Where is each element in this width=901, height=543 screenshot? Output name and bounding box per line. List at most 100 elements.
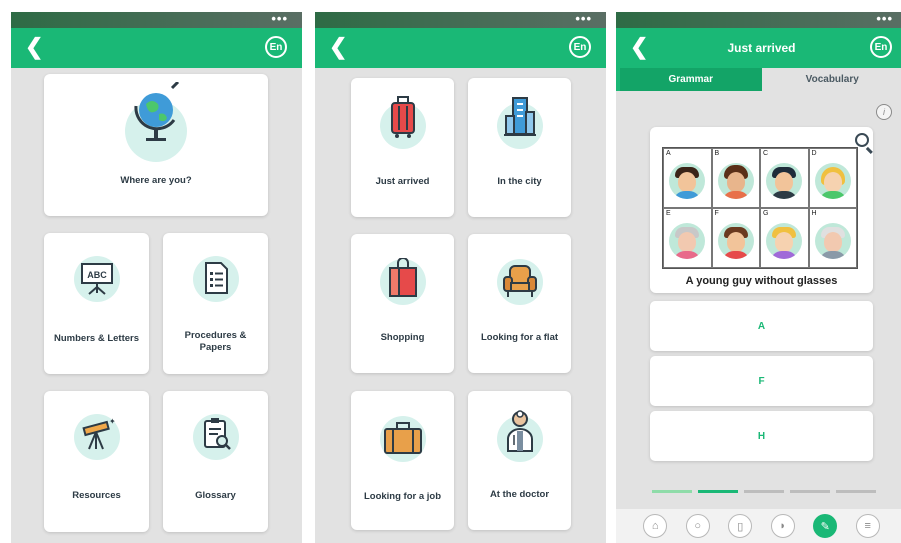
armchair-icon [502, 265, 537, 297]
card-in-the-city[interactable]: In the city [468, 78, 571, 217]
status-dots: ••• [575, 12, 592, 26]
building-icon [503, 97, 536, 136]
progress-segment [698, 490, 738, 493]
grid-cell: A [663, 148, 712, 208]
progress-segment [836, 490, 876, 493]
tab-vocabulary[interactable]: Vocabulary [761, 68, 901, 91]
card-label: Looking for a job [363, 491, 442, 502]
status-dots: ••• [271, 12, 288, 26]
cell-letter: D [811, 150, 817, 157]
language-button[interactable]: En [870, 36, 892, 58]
info-icon[interactable]: i [876, 104, 892, 120]
face-curly-hair [717, 162, 754, 199]
cell-letter: A [666, 150, 671, 157]
app-bar: ❮ Just arrived En [616, 28, 901, 68]
face-blonde-woman [814, 162, 851, 199]
answer-option-f[interactable]: F [650, 356, 873, 406]
back-icon[interactable]: ❮ [630, 35, 648, 59]
card-label: Just arrived [375, 176, 430, 187]
cell-letter: G [763, 210, 769, 217]
grid-cell: G [760, 208, 809, 268]
card-looking-for-flat[interactable]: Looking for a flat [468, 234, 571, 373]
cell-letter: C [763, 150, 769, 157]
answer-option-h[interactable]: H [650, 411, 873, 461]
card-where-are-you[interactable]: Where are you? [44, 74, 268, 216]
card-shopping[interactable]: Shopping [351, 234, 454, 373]
card-label: Procedures & Papers [184, 330, 247, 353]
card-at-the-doctor[interactable]: At the doctor [468, 391, 571, 530]
card-glossary[interactable]: Glossary [163, 391, 268, 532]
grid-cell: E [663, 208, 712, 268]
app-bar: ❮ En [315, 28, 606, 68]
grid-cell: D [808, 148, 857, 208]
back-icon[interactable]: ❮ [25, 35, 43, 59]
app-bar: ❮ En [11, 28, 302, 68]
screen-home: ••• ❮ En Where are you? ABC Numbers & Le… [11, 12, 302, 543]
card-label: Numbers & Letters [54, 333, 139, 344]
pencil-icon[interactable]: ✎ [813, 514, 838, 538]
grid-cell: B [711, 148, 760, 208]
card-label: Where are you? [120, 175, 192, 186]
status-bar: ••• [616, 12, 901, 28]
faces-grid: A B C D E F G H [662, 147, 858, 269]
suitcase-icon [390, 96, 415, 138]
tab-bar: Grammar Vocabulary [616, 68, 901, 91]
book-icon[interactable]: ▯ [728, 514, 753, 538]
card-resources[interactable]: ✦ Resources [44, 391, 149, 532]
card-label: Resources [72, 490, 121, 501]
cell-letter: H [811, 210, 817, 217]
language-button[interactable]: En [265, 36, 287, 58]
card-procedures-papers[interactable]: Procedures & Papers [163, 233, 268, 374]
grid-cell: F [711, 208, 760, 268]
card-looking-for-job[interactable]: Looking for a job [351, 391, 454, 530]
language-button[interactable]: En [569, 36, 591, 58]
answer-option-a[interactable]: A [650, 301, 873, 351]
briefcase-icon [383, 422, 422, 454]
card-numbers-letters[interactable]: ABC Numbers & Letters [44, 233, 149, 374]
chat-icon[interactable]: ○ [685, 514, 710, 538]
cell-letter: E [666, 210, 671, 217]
status-bar: ••• [315, 12, 606, 28]
face-glasses-man [717, 222, 754, 259]
progress-segment [790, 490, 830, 493]
progress-bar [652, 490, 876, 493]
cell-letter: B [714, 150, 720, 157]
status-bar: ••• [11, 12, 302, 28]
tab-grammar[interactable]: Grammar [620, 68, 762, 91]
card-label: In the city [497, 176, 542, 187]
status-dots: ••• [876, 12, 893, 26]
svg-text:✦: ✦ [109, 417, 115, 426]
grid-cell: C [760, 148, 809, 208]
screen-quiz: ••• ❮ Just arrived En Grammar Vocabulary… [616, 12, 901, 543]
cell-letter: F [714, 210, 719, 217]
progress-segment [744, 490, 784, 493]
back-icon[interactable]: ❮ [329, 35, 347, 59]
card-label: Looking for a flat [480, 332, 559, 343]
document-icon [204, 262, 228, 294]
telescope-icon: ✦ [81, 417, 115, 450]
bottom-nav: ⌂ ○ ▯ ◗ ✎ ≡ [616, 509, 901, 543]
grid-cell: H [808, 208, 857, 268]
card-label: Glossary [195, 490, 236, 501]
clipboard-search-icon [203, 418, 231, 450]
audio-icon[interactable]: ◗ [770, 514, 795, 538]
face-grandma [669, 222, 706, 259]
svg-text:ABC: ABC [87, 270, 107, 280]
card-just-arrived[interactable]: Just arrived [351, 78, 454, 217]
doctor-icon [506, 410, 533, 452]
page-title: Just arrived [727, 41, 796, 55]
search-icon[interactable] [855, 133, 869, 147]
abc-board-icon: ABC [80, 263, 113, 295]
home-icon[interactable]: ⌂ [643, 514, 668, 538]
face-young-man [669, 162, 706, 199]
quiz-image-card: A B C D E F G H A young guy without glas… [650, 127, 873, 293]
screen-topics: ••• ❮ En Just arrived In the city Shoppi… [315, 12, 606, 543]
globe-icon [134, 82, 180, 141]
notes-icon[interactable]: ≡ [855, 514, 880, 538]
shopping-bag-icon [388, 258, 417, 297]
question-caption: A young guy without glasses [685, 275, 838, 287]
card-label: At the doctor [489, 489, 550, 500]
progress-segment [652, 490, 692, 493]
face-sunglasses [766, 162, 803, 199]
face-grandpa [814, 222, 851, 259]
